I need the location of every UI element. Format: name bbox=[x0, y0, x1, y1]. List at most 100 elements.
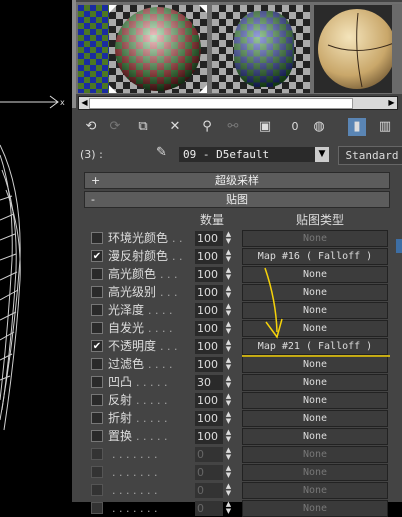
map-slot-button[interactable]: None bbox=[242, 374, 388, 391]
scroll-right-icon[interactable]: ▶ bbox=[386, 97, 397, 109]
amount-spinner-icon[interactable]: ▲ ▼ bbox=[223, 465, 234, 480]
map-slot-button[interactable]: None bbox=[242, 392, 388, 409]
amount-spinner-icon[interactable]: ▲ ▼ bbox=[223, 375, 234, 390]
map-amount-field[interactable]: 100 bbox=[195, 411, 223, 426]
material-id-icon[interactable]: ▣ bbox=[256, 118, 274, 136]
amount-spinner-icon[interactable]: ▲ ▼ bbox=[223, 285, 234, 300]
map-slot-button[interactable]: Map #21 ( Falloff ) bbox=[242, 338, 388, 355]
map-slot-button[interactable]: None bbox=[242, 284, 388, 301]
sample-slot-3[interactable] bbox=[212, 5, 310, 93]
map-amount-field[interactable]: 30 bbox=[195, 375, 223, 390]
amount-spinner-icon[interactable]: ▲ ▼ bbox=[223, 483, 234, 498]
amount-spinner-icon[interactable]: ▲ ▼ bbox=[223, 249, 234, 264]
map-slot-button[interactable]: None bbox=[242, 464, 388, 481]
map-amount-field[interactable]: 0 bbox=[195, 465, 223, 480]
rollout-supersampling[interactable]: + 超级采样 bbox=[84, 172, 390, 189]
map-enable-checkbox[interactable] bbox=[91, 466, 103, 478]
map-amount-field[interactable]: 0 bbox=[195, 501, 223, 516]
amount-spinner-icon[interactable]: ▲ ▼ bbox=[223, 501, 234, 516]
eyedropper-icon[interactable]: ✎ bbox=[156, 145, 167, 160]
map-enable-checkbox[interactable] bbox=[91, 412, 103, 424]
map-enable-checkbox[interactable] bbox=[91, 394, 103, 406]
map-slot-button[interactable]: None bbox=[242, 428, 388, 445]
put-to-library-icon[interactable]: ⚯ bbox=[224, 118, 242, 136]
viewport[interactable]: x bbox=[0, 0, 72, 502]
map-enable-checkbox[interactable] bbox=[91, 430, 103, 442]
amount-spinner-icon[interactable]: ▲ ▼ bbox=[223, 267, 234, 282]
show-end-result-icon[interactable]: ▮ bbox=[348, 118, 366, 136]
map-amount-field[interactable]: 100 bbox=[195, 393, 223, 408]
map-amount-field[interactable]: 100 bbox=[195, 429, 223, 444]
map-dots: . . bbox=[172, 250, 183, 263]
map-enable-checkbox[interactable] bbox=[91, 322, 103, 334]
material-type-button[interactable]: Standard bbox=[338, 146, 402, 165]
reset-icon[interactable]: ✕ bbox=[166, 118, 184, 136]
map-slot-button[interactable]: None bbox=[242, 446, 388, 463]
map-amount-field[interactable]: 0 bbox=[195, 447, 223, 462]
go-to-parent-icon[interactable]: ▥ bbox=[376, 118, 394, 136]
map-label: 不透明度 bbox=[108, 339, 157, 353]
map-slot-button[interactable]: None bbox=[242, 266, 388, 283]
map-amount-field[interactable]: 100 bbox=[195, 339, 223, 354]
map-enable-checkbox[interactable] bbox=[91, 268, 103, 280]
map-amount-field[interactable]: 100 bbox=[195, 321, 223, 336]
map-slot-button[interactable]: None bbox=[242, 410, 388, 427]
sample-slot-4[interactable] bbox=[314, 5, 402, 93]
map-amount-field[interactable]: 100 bbox=[195, 231, 223, 246]
amount-spinner-icon[interactable]: ▲ ▼ bbox=[223, 393, 234, 408]
amount-spinner-icon[interactable]: ▲ ▼ bbox=[223, 321, 234, 336]
map-label: 漫反射颜色 bbox=[108, 249, 169, 263]
map-enable-checkbox[interactable] bbox=[91, 484, 103, 496]
slots-vertical-scrollbar[interactable] bbox=[392, 4, 402, 94]
sample-slot-2[interactable] bbox=[109, 5, 207, 93]
map-enable-checkbox[interactable] bbox=[91, 304, 103, 316]
amount-column-header: 数量 bbox=[200, 213, 225, 227]
map-enable-checkbox[interactable]: ✔ bbox=[91, 340, 103, 352]
map-enable-checkbox[interactable] bbox=[91, 376, 103, 388]
map-slot-button[interactable]: None bbox=[242, 302, 388, 319]
material-id-channel[interactable]: 0 bbox=[286, 118, 304, 136]
scroll-thumb[interactable] bbox=[89, 98, 353, 109]
map-amount-field[interactable]: 0 bbox=[195, 483, 223, 498]
put-to-scene-icon[interactable]: ⟳ bbox=[106, 118, 124, 136]
map-enable-checkbox[interactable] bbox=[91, 286, 103, 298]
map-enable-checkbox[interactable] bbox=[91, 502, 103, 514]
map-slot-button[interactable]: Map #16 ( Falloff ) bbox=[242, 248, 388, 265]
rollout-scroll-indicator[interactable] bbox=[396, 239, 402, 253]
amount-spinner-icon[interactable]: ▲ ▼ bbox=[223, 231, 234, 246]
chevron-down-icon[interactable]: ▼ bbox=[315, 147, 329, 162]
amount-spinner-icon[interactable]: ▲ ▼ bbox=[223, 339, 234, 354]
map-slot-button[interactable]: None bbox=[242, 500, 388, 517]
material-name-field[interactable]: 09 - D5efault bbox=[179, 147, 315, 162]
amount-spinner-icon[interactable]: ▲ ▼ bbox=[223, 429, 234, 444]
amount-spinner-icon[interactable]: ▲ ▼ bbox=[223, 447, 234, 462]
map-dots: . . . . bbox=[148, 304, 173, 317]
map-row: 光泽度. . . . 100 ▲ ▼ None bbox=[72, 302, 402, 319]
map-amount-field[interactable]: 100 bbox=[195, 303, 223, 318]
slots-horizontal-scrollbar[interactable]: ◀ ▶ bbox=[78, 96, 398, 110]
map-enable-checkbox[interactable] bbox=[91, 448, 103, 460]
make-unique-icon[interactable]: ⚲ bbox=[198, 118, 216, 136]
map-enable-checkbox[interactable] bbox=[91, 358, 103, 370]
map-amount-field[interactable]: 100 bbox=[195, 285, 223, 300]
map-amount-field[interactable]: 100 bbox=[195, 249, 223, 264]
map-amount-field[interactable]: 100 bbox=[195, 357, 223, 372]
amount-spinner-icon[interactable]: ▲ ▼ bbox=[223, 357, 234, 372]
map-amount-field[interactable]: 100 bbox=[195, 267, 223, 282]
map-dots: . . . . . bbox=[136, 376, 168, 389]
assign-material-icon[interactable]: ⧉ bbox=[134, 118, 152, 136]
rollout-maps[interactable]: - 贴图 bbox=[84, 191, 390, 208]
map-slot-button[interactable]: None bbox=[242, 230, 388, 247]
map-slot-button[interactable]: None bbox=[242, 482, 388, 499]
amount-spinner-icon[interactable]: ▲ ▼ bbox=[223, 411, 234, 426]
map-slot-button[interactable]: None bbox=[242, 356, 388, 373]
wireframe-object: x bbox=[0, 95, 65, 431]
map-label: 自发光 bbox=[108, 321, 145, 335]
map-type-column-header: 贴图类型 bbox=[296, 213, 345, 227]
amount-spinner-icon[interactable]: ▲ ▼ bbox=[223, 303, 234, 318]
map-enable-checkbox[interactable]: ✔ bbox=[91, 250, 103, 262]
map-enable-checkbox[interactable] bbox=[91, 232, 103, 244]
map-slot-button[interactable]: None bbox=[242, 320, 388, 337]
show-map-icon[interactable]: ◍ bbox=[310, 118, 328, 136]
get-material-icon[interactable]: ⟲ bbox=[82, 118, 100, 136]
